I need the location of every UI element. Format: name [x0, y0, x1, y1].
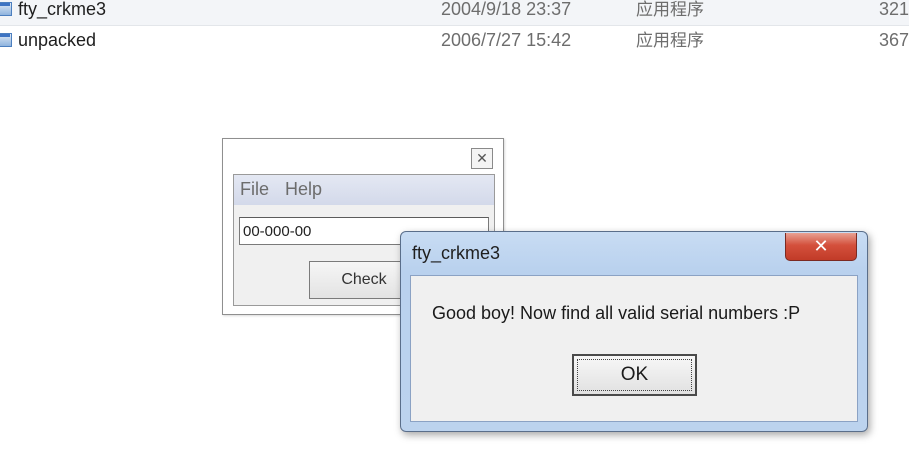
- message-box-body: Good boy! Now find all valid serial numb…: [410, 275, 858, 422]
- file-size: 321: [879, 0, 909, 19]
- file-type: 应用程序: [636, 31, 704, 50]
- file-name: unpacked: [18, 30, 97, 50]
- close-button[interactable]: ✕: [471, 148, 493, 169]
- application-icon: [0, 33, 12, 47]
- file-size: 367: [879, 30, 909, 50]
- application-icon: [0, 2, 12, 16]
- menu-bar: File Help: [234, 175, 494, 205]
- message-box-close-button[interactable]: ✕: [785, 233, 857, 261]
- message-box: fty_crkme3 ✕ Good boy! Now find all vali…: [400, 231, 868, 432]
- message-box-title: fty_crkme3: [412, 243, 501, 263]
- file-row-unpacked[interactable]: unpacked 2006/7/27 15:42 应用程序 367: [0, 25, 909, 56]
- close-icon: ✕: [813, 236, 829, 256]
- ok-button[interactable]: OK: [572, 354, 697, 396]
- menu-file[interactable]: File: [240, 179, 269, 200]
- file-date: 2004/9/18 23:37: [441, 0, 572, 19]
- file-type: 应用程序: [636, 0, 704, 19]
- file-date: 2006/7/27 15:42: [441, 30, 572, 50]
- close-icon: ✕: [476, 150, 488, 166]
- file-name: fty_crkme3: [18, 0, 107, 19]
- file-row-fty-crkme3[interactable]: fty_crkme3 2004/9/18 23:37 应用程序 321: [0, 0, 909, 26]
- menu-help[interactable]: Help: [285, 179, 322, 200]
- message-text: Good boy! Now find all valid serial numb…: [432, 303, 801, 323]
